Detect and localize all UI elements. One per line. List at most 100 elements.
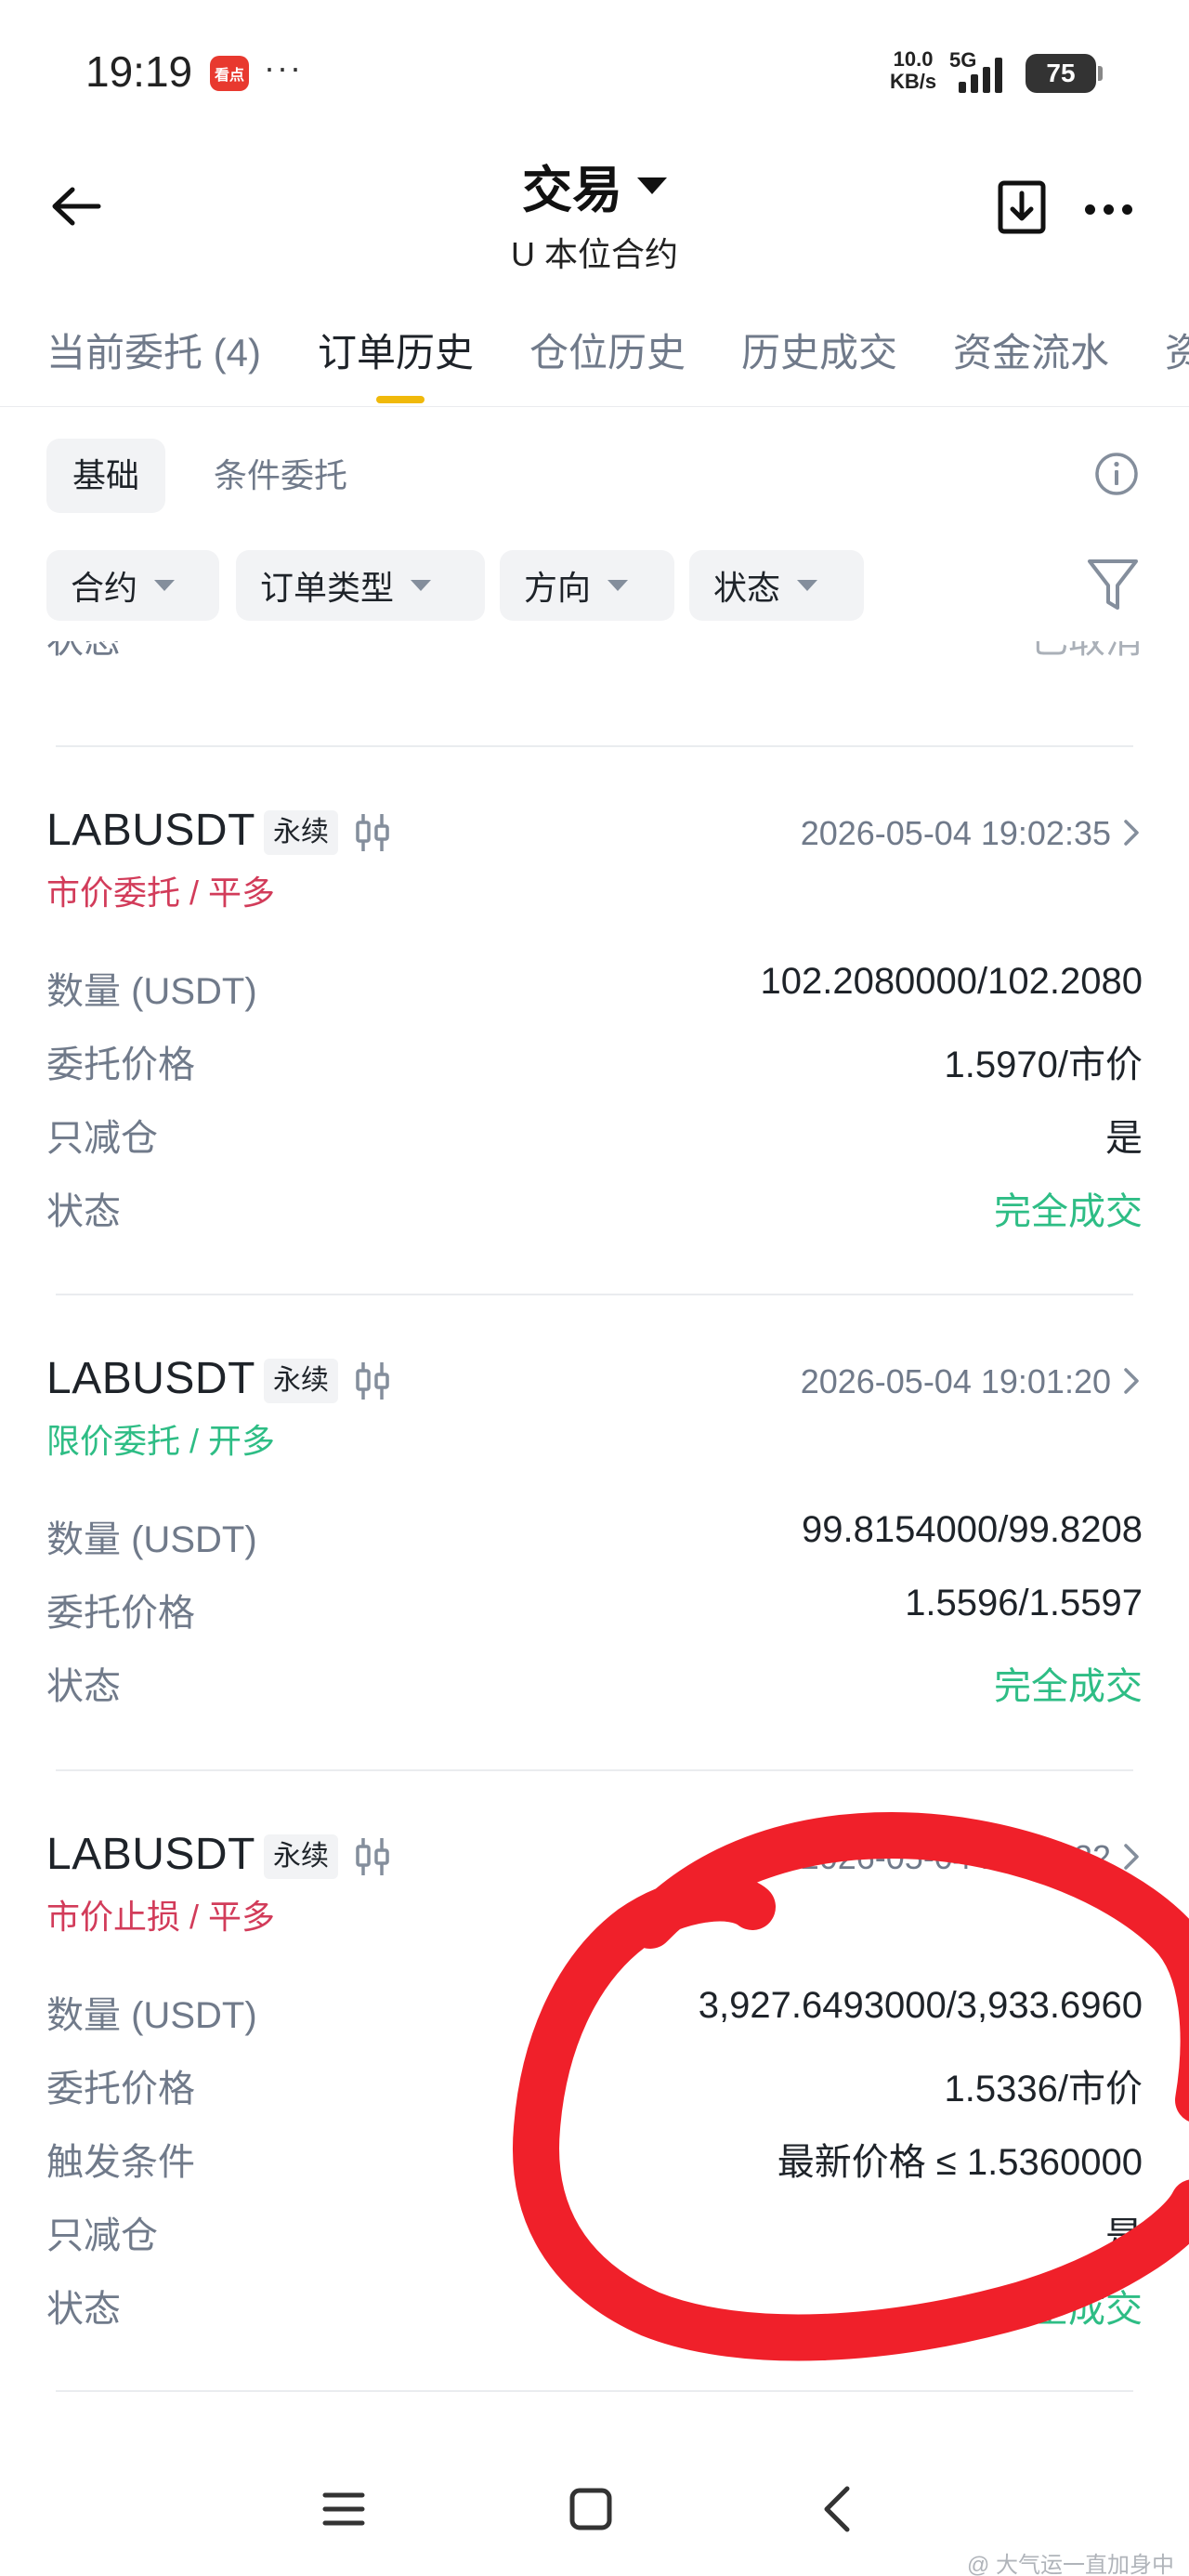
order-row-price: 委托价格 1.5596/1.5597 xyxy=(46,1577,1143,1650)
row-label: 数量 (USDT) xyxy=(46,1519,257,1560)
tab-order-history[interactable]: 订单历史 xyxy=(318,322,474,378)
network-speed-value: 10.0 xyxy=(893,47,934,71)
network-speed-unit: KB/s xyxy=(890,70,937,93)
partial-order-row: 状态 已取消 xyxy=(46,641,1143,664)
chevron-right-icon[interactable] xyxy=(1120,1366,1143,1396)
caret-down-icon xyxy=(637,177,667,194)
chevron-right-icon[interactable] xyxy=(1120,818,1143,848)
chevron-left-icon xyxy=(824,2486,850,2532)
tab-position-history[interactable]: 仓位历史 xyxy=(529,322,686,378)
tab-trade-history[interactable]: 历史成交 xyxy=(741,322,897,378)
row-value: 是 xyxy=(1105,2215,1143,2256)
row-value: 最新价格 ≤ 1.5360000 xyxy=(777,2142,1143,2183)
order-time: 2026-05-04 19:02:35 xyxy=(800,814,1111,852)
candlestick-icon[interactable] xyxy=(353,812,392,853)
more-options-button[interactable] xyxy=(1085,195,1141,223)
row-value: 99.8154000/99.8208 xyxy=(801,1509,1143,1550)
system-navigation-bar: @ 大气运一直加身中 xyxy=(0,2453,1189,2576)
order-card[interactable]: LABUSDT 永续 2026-05-04 18:34:32 市价止损 / 平多… xyxy=(46,1829,1143,2346)
chevron-right-icon[interactable] xyxy=(1120,1842,1143,1872)
subtab-conditional[interactable]: 条件委托 xyxy=(214,439,347,513)
filter-button[interactable] xyxy=(1085,556,1141,615)
watermark: @ 大气运一直加身中 xyxy=(966,2553,1174,2576)
divider xyxy=(56,1769,1133,1771)
filter-status[interactable]: 状态 xyxy=(689,550,864,621)
filter-contract[interactable]: 合约 xyxy=(46,550,219,621)
order-card[interactable]: LABUSDT 永续 2026-05-04 19:01:20 限价委托 / 开多… xyxy=(46,1353,1143,1724)
order-time: 2026-05-04 19:01:20 xyxy=(800,1362,1111,1400)
system-back-button[interactable] xyxy=(801,2472,875,2546)
status-filled: 完全成交 xyxy=(994,1191,1143,1232)
home-button[interactable] xyxy=(554,2472,628,2546)
row-value: 3,927.6493000/3,933.6960 xyxy=(698,1985,1143,2026)
row-label: 状态 xyxy=(46,1191,121,1232)
filter-order-type[interactable]: 订单类型 xyxy=(236,550,485,621)
order-symbol: LABUSDT xyxy=(46,1830,255,1879)
row-label: 数量 (USDT) xyxy=(46,971,257,1012)
status-bar: 19:19 看点 ··· 10.0 KB/s 5G 75 xyxy=(0,0,1189,139)
funnel-icon xyxy=(1088,559,1138,610)
row-label: 委托价格 xyxy=(46,2069,195,2109)
order-header: LABUSDT 永续 2026-05-04 19:02:35 xyxy=(46,805,1143,866)
caret-down-icon xyxy=(608,580,629,591)
row-label: 触发条件 xyxy=(46,2142,195,2183)
perpetual-badge: 永续 xyxy=(264,1834,338,1879)
divider xyxy=(56,1294,1133,1295)
order-time: 2026-05-04 18:34:32 xyxy=(800,1838,1111,1876)
status-filled: 完全成交 xyxy=(994,2289,1143,2330)
info-icon xyxy=(1095,453,1138,495)
tab-funding-flow[interactable]: 资金流水 xyxy=(953,322,1109,378)
order-card[interactable]: LABUSDT 永续 2026-05-04 19:02:35 市价委托 / 平多… xyxy=(46,805,1143,1249)
perpetual-badge: 永续 xyxy=(264,810,338,855)
battery-icon: 75 xyxy=(1026,54,1103,93)
order-row-reduce-only: 只减仓 是 xyxy=(46,2200,1143,2273)
tab-assets[interactable]: 资 xyxy=(1165,322,1189,378)
menu-icon xyxy=(322,2492,365,2526)
filter-status-label: 状态 xyxy=(713,569,781,607)
row-value: 已取消 xyxy=(1031,641,1143,664)
order-type: 市价委托 / 平多 xyxy=(46,874,276,912)
order-row-quantity: 数量 (USDT) 102.2080000/102.2080 xyxy=(46,955,1143,1029)
order-symbol: LABUSDT xyxy=(46,1354,255,1403)
row-label: 数量 (USDT) xyxy=(46,1995,257,2036)
recent-apps-button[interactable] xyxy=(307,2472,381,2546)
perpetual-badge: 永续 xyxy=(264,1359,338,1403)
active-tab-indicator xyxy=(376,396,425,403)
order-row-price: 委托价格 1.5336/市价 xyxy=(46,2053,1143,2126)
order-history-list: 状态 已取消 LABUSDT 永续 2026-05-04 19:02:35 市价… xyxy=(0,641,1189,2407)
divider xyxy=(56,745,1133,747)
order-row-status: 状态 完全成交 xyxy=(46,2273,1143,2346)
subtab-basic[interactable]: 基础 xyxy=(46,439,165,513)
candlestick-icon[interactable] xyxy=(353,1836,392,1877)
filter-direction[interactable]: 方向 xyxy=(500,550,674,621)
order-row-price: 委托价格 1.5970/市价 xyxy=(46,1029,1143,1102)
signal-icon: 5G xyxy=(949,48,1014,95)
download-button[interactable] xyxy=(998,180,1046,234)
row-value: 1.5336/市价 xyxy=(944,2069,1143,2109)
order-header: LABUSDT 永续 2026-05-04 19:01:20 xyxy=(46,1353,1143,1414)
order-row-status: 状态 完全成交 xyxy=(46,1650,1143,1724)
candlestick-icon[interactable] xyxy=(353,1360,392,1401)
row-label: 只减仓 xyxy=(46,1118,158,1159)
order-header: LABUSDT 永续 2026-05-04 18:34:32 xyxy=(46,1829,1143,1890)
app-notification-icon: 看点 xyxy=(210,56,249,91)
order-tabs: 当前委托 (4) 订单历史 仓位历史 历史成交 资金流水 资 xyxy=(0,307,1189,407)
order-symbol: LABUSDT xyxy=(46,806,255,855)
caret-down-icon xyxy=(797,580,818,591)
filter-contract-label: 合约 xyxy=(71,569,138,607)
row-label: 状态 xyxy=(46,641,121,661)
order-details: 数量 (USDT) 99.8154000/99.8208 委托价格 1.5596/1… xyxy=(46,1504,1143,1724)
caret-down-icon xyxy=(154,580,176,591)
info-button[interactable] xyxy=(1094,452,1139,496)
filter-order-type-label: 订单类型 xyxy=(260,569,395,607)
order-type: 限价委托 / 开多 xyxy=(46,1422,276,1460)
row-value: 1.5970/市价 xyxy=(944,1045,1143,1085)
tab-open-orders[interactable]: 当前委托 (4) xyxy=(46,322,261,378)
row-value: 是 xyxy=(1105,1118,1143,1159)
app-header: 交易 U 本位合约 xyxy=(0,139,1189,279)
page-title[interactable]: 交易 xyxy=(522,149,667,222)
order-row-reduce-only: 只减仓 是 xyxy=(46,1102,1143,1176)
row-label: 状态 xyxy=(46,2289,121,2330)
order-details: 数量 (USDT) 102.2080000/102.2080 委托价格 1.5970… xyxy=(46,955,1143,1249)
home-square-icon xyxy=(569,2488,612,2530)
